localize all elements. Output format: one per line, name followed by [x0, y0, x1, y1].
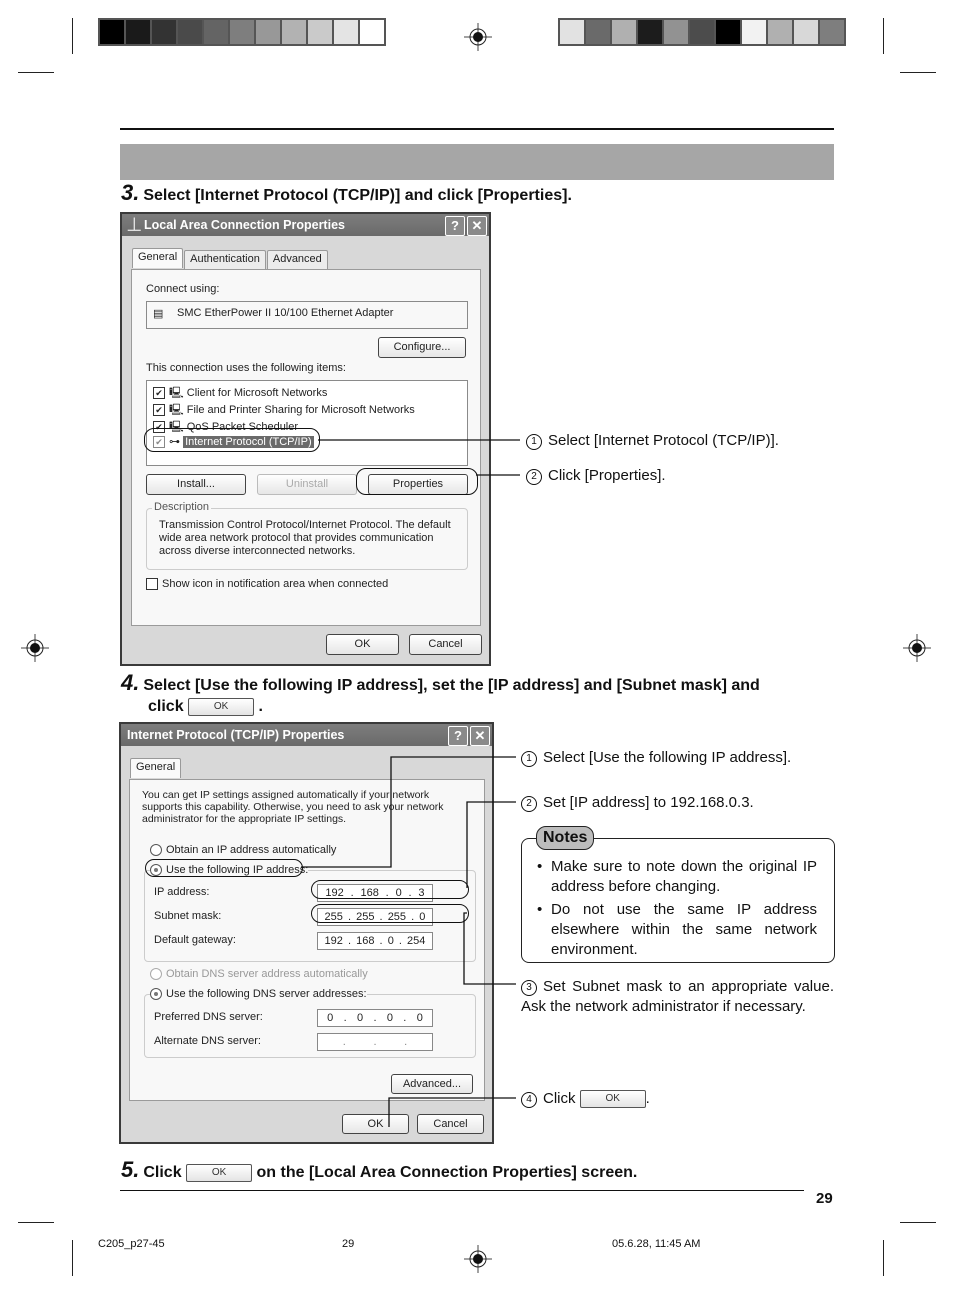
step-5-heading: 5. Click OK on the [Local Area Connection… [121, 1157, 638, 1182]
note-item: Do not use the same IP address elsewhere… [535, 900, 817, 960]
footer-page: 29 [342, 1238, 355, 1250]
note-item: Make sure to note down the original IP a… [535, 857, 817, 897]
callout-1-step4: 1 Select [Use the following IP address]. [521, 748, 791, 768]
notes-title: Notes [536, 826, 595, 850]
callout-3-step4: 3 Set Subnet mask to an appropriate value… [521, 978, 834, 1015]
callout-4-step4: 4 Click OK. [521, 1089, 650, 1109]
ok-button-illustration: OK [186, 1163, 253, 1182]
page-number: 29 [816, 1190, 833, 1207]
callout-leader-lines [301, 439, 520, 1127]
footer-rule [120, 1190, 804, 1191]
footer-file: C205_p27-45 [98, 1238, 165, 1250]
callout-2-step4: 2 Set [IP address] to 192.168.0.3. [521, 793, 754, 813]
notes-list: Make sure to note down the original IP a… [535, 857, 817, 963]
ok-button-illustration: OK [579, 1090, 646, 1109]
footer-timestamp: 05.6.28, 11:45 AM [612, 1238, 701, 1250]
